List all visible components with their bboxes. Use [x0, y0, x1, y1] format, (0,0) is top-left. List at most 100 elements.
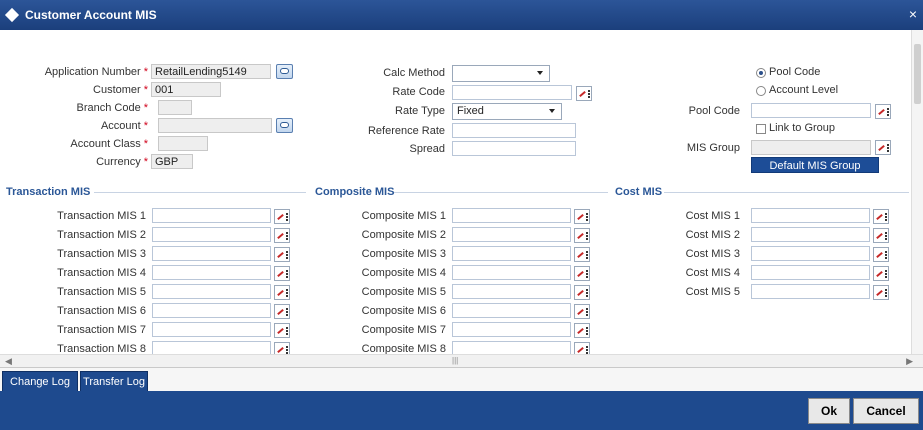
composite-mis-lov-button[interactable]	[574, 228, 590, 243]
pool-code-radio-label: Pool Code	[769, 66, 821, 78]
cost-mis-field[interactable]	[751, 265, 870, 280]
link-to-group-checkbox[interactable]	[756, 124, 766, 134]
cost-mis-lov-button[interactable]	[873, 247, 889, 262]
calc-method-select[interactable]	[452, 65, 550, 82]
account-level-radio-label: Account Level	[769, 84, 839, 96]
account-field[interactable]	[158, 118, 272, 133]
scroll-grip-icon[interactable]: |||	[452, 356, 458, 365]
cost-mis-field[interactable]	[751, 227, 870, 242]
mis-group-field[interactable]	[751, 140, 871, 155]
cost-mis-lov-button[interactable]	[873, 266, 889, 281]
composite-mis-field[interactable]	[452, 322, 571, 337]
account-class-field[interactable]	[158, 136, 208, 151]
rate-code-label: Rate Code	[392, 86, 445, 98]
application-number-field[interactable]: RetailLending5149	[151, 64, 271, 79]
transaction-mis-lov-button[interactable]	[274, 209, 290, 224]
composite-mis-field[interactable]	[452, 284, 571, 299]
composite-mis-field[interactable]	[452, 227, 571, 242]
cancel-button[interactable]: Cancel	[853, 398, 919, 424]
cost-mis-lov-button[interactable]	[873, 209, 889, 224]
transaction-mis-field[interactable]	[152, 208, 271, 223]
composite-mis-lov-button[interactable]	[574, 285, 590, 300]
transaction-mis-lov-button[interactable]	[274, 304, 290, 319]
transaction-mis-lov-button[interactable]	[274, 228, 290, 243]
composite-mis-field[interactable]	[452, 208, 571, 223]
transaction-mis-field[interactable]	[152, 341, 271, 354]
composite-mis-lov-button[interactable]	[574, 247, 590, 262]
transaction-mis-label: Transaction MIS 1	[57, 210, 146, 222]
reference-rate-field[interactable]	[452, 123, 576, 138]
tab-transfer-log[interactable]: Transfer Log	[80, 371, 148, 392]
horizontal-scrollbar[interactable]: ◀ ||| ▶	[0, 354, 923, 367]
cost-mis-field[interactable]	[751, 284, 870, 299]
account-lookup-button[interactable]	[276, 118, 293, 133]
transaction-mis-field[interactable]	[152, 322, 271, 337]
rate-code-field[interactable]	[452, 85, 572, 100]
list-of-values-icon	[577, 308, 584, 316]
cost-mis-lov-button[interactable]	[873, 228, 889, 243]
pool-code-lov-button[interactable]	[875, 104, 891, 119]
composite-mis-field[interactable]	[452, 246, 571, 261]
mis-group-lov-button[interactable]	[875, 140, 891, 155]
close-icon[interactable]: ×	[909, 6, 917, 22]
scroll-thumb[interactable]	[914, 44, 921, 104]
ok-button[interactable]: Ok	[808, 398, 850, 424]
transaction-mis-field[interactable]	[152, 284, 271, 299]
composite-mis-lov-button[interactable]	[574, 209, 590, 224]
application-number-lookup-button[interactable]	[276, 64, 293, 79]
spread-field[interactable]	[452, 141, 576, 156]
list-of-values-icon	[277, 232, 284, 240]
transaction-mis-field[interactable]	[152, 246, 271, 261]
vertical-scrollbar[interactable]	[911, 30, 923, 354]
cost-mis-field[interactable]	[751, 208, 870, 223]
list-of-values-icon	[277, 213, 284, 221]
link-to-group-label: Link to Group	[769, 122, 836, 134]
transaction-mis-lov-button[interactable]	[274, 342, 290, 354]
composite-mis-field[interactable]	[452, 341, 571, 354]
list-of-values-icon	[277, 308, 284, 316]
scroll-left-icon[interactable]: ◀	[5, 356, 12, 367]
tab-bar: Change Log Transfer Log	[0, 367, 923, 392]
list-of-values-icon	[277, 251, 284, 259]
rate-code-lov-button[interactable]	[576, 86, 592, 101]
composite-mis-lov-button[interactable]	[574, 304, 590, 319]
transaction-mis-field[interactable]	[152, 227, 271, 242]
list-of-values-icon	[876, 251, 883, 259]
list-dots-icon	[286, 270, 288, 272]
composite-mis-lov-button[interactable]	[574, 323, 590, 338]
transaction-mis-lov-button[interactable]	[274, 323, 290, 338]
composite-mis-field[interactable]	[452, 265, 571, 280]
composite-mis-lov-button[interactable]	[574, 342, 590, 354]
currency-field[interactable]: GBP	[151, 154, 193, 169]
composite-mis-label: Composite MIS 6	[361, 305, 446, 317]
default-mis-group-button[interactable]: Default MIS Group	[751, 157, 879, 173]
list-dots-icon	[885, 270, 887, 272]
list-dots-icon	[586, 232, 588, 234]
transaction-mis-field[interactable]	[152, 303, 271, 318]
cost-mis-label: Cost MIS 1	[685, 210, 740, 222]
transaction-mis-lov-button[interactable]	[274, 266, 290, 281]
list-of-values-icon	[277, 327, 284, 335]
customer-field[interactable]: 001	[151, 82, 221, 97]
pool-code-radio[interactable]	[756, 68, 766, 78]
pool-code-field[interactable]	[751, 103, 871, 118]
composite-mis-lov-button[interactable]	[574, 266, 590, 281]
reference-rate-label: Reference Rate	[367, 125, 445, 137]
branch-code-field[interactable]	[158, 100, 192, 115]
list-dots-icon	[586, 289, 588, 291]
composite-mis-field[interactable]	[452, 303, 571, 318]
list-of-values-icon	[277, 270, 284, 278]
transaction-mis-field[interactable]	[152, 265, 271, 280]
composite-mis-label: Composite MIS 2	[361, 229, 446, 241]
scroll-right-icon[interactable]: ▶	[906, 356, 913, 367]
chat-bubble-icon	[280, 68, 289, 74]
composite-mis-label: Composite MIS 4	[361, 267, 446, 279]
transaction-mis-lov-button[interactable]	[274, 247, 290, 262]
account-level-radio[interactable]	[756, 86, 766, 96]
cost-mis-lov-button[interactable]	[873, 285, 889, 300]
rate-type-select[interactable]: Fixed	[452, 103, 562, 120]
cost-mis-field[interactable]	[751, 246, 870, 261]
list-of-values-icon	[579, 90, 586, 98]
tab-change-log[interactable]: Change Log	[2, 371, 78, 392]
transaction-mis-lov-button[interactable]	[274, 285, 290, 300]
